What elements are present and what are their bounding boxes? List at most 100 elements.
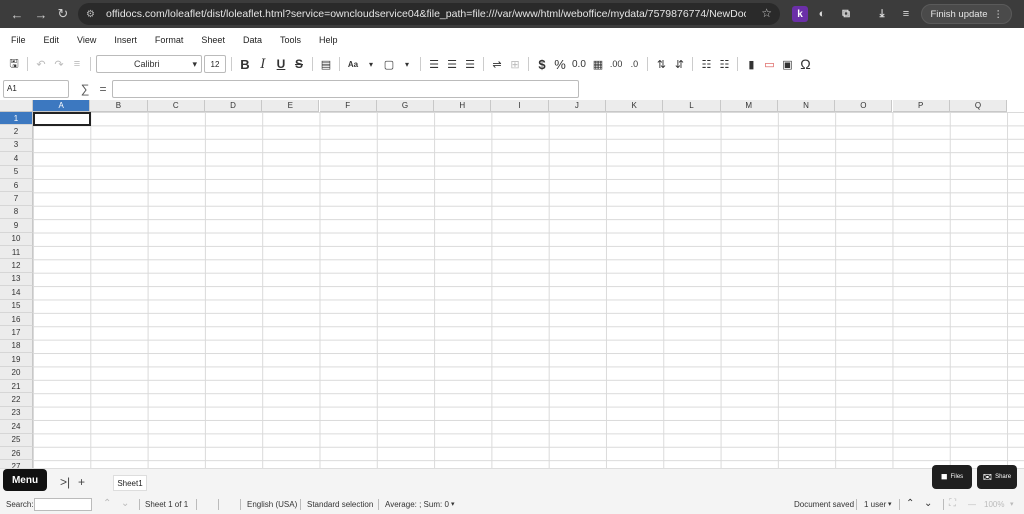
row-header-21[interactable]: 21 [0,380,33,394]
column-header-q[interactable]: Q [949,100,1008,112]
insert-comment-icon[interactable]: ▭ [761,55,777,73]
scroll-up-icon[interactable]: ⌃ [906,498,914,509]
percent-button[interactable]: % [552,55,568,73]
row-header-14[interactable]: 14 [0,286,33,300]
align-center-icon[interactable]: ☰ [444,55,460,73]
users-status[interactable]: 1 user [864,500,886,509]
column-header-c[interactable]: C [147,100,205,112]
menu-format[interactable]: Format [146,35,193,45]
finish-update-button[interactable]: Finish update ⋮ [921,4,1012,24]
extensions-puzzle-icon[interactable]: ⧉ [838,6,854,22]
media-icon[interactable]: ≡ [898,6,914,22]
menu-file[interactable]: File [0,35,35,45]
column-header-m[interactable]: M [720,100,778,112]
row-header-16[interactable]: 16 [0,313,33,327]
back-icon[interactable]: ← [6,3,28,25]
zoom-fit-icon[interactable]: ⛶ [949,498,956,509]
menu-insert[interactable]: Insert [105,35,146,45]
function-equals-icon[interactable]: = [97,82,109,96]
redo-icon[interactable]: ↷ [51,55,67,73]
extension-shield-icon[interactable]: ◐ [814,6,830,22]
align-right-icon[interactable]: ☰ [462,55,478,73]
undo-icon[interactable]: ↶ [33,55,49,73]
column-header-p[interactable]: P [892,100,950,112]
formula-input[interactable] [112,80,579,98]
row-header-20[interactable]: 20 [0,366,33,380]
column-header-a[interactable]: A [33,100,91,112]
insert-image-icon[interactable]: ▣ [779,55,795,73]
row-header-25[interactable]: 25 [0,433,33,447]
menu-data[interactable]: Data [234,35,271,45]
menu-view[interactable]: View [68,35,105,45]
insert-rows-icon[interactable]: ☷ [698,55,714,73]
menu-button[interactable]: Menu [3,469,47,491]
row-header-1[interactable]: 1 [0,112,33,126]
row-header-13[interactable]: 13 [0,272,33,287]
sum-icon[interactable]: ∑ [77,82,93,96]
column-header-j[interactable]: J [548,100,606,112]
add-sheet-button[interactable]: + [78,475,85,489]
currency-button[interactable]: $ [534,55,550,73]
scroll-down-icon[interactable]: ⌄ [924,498,932,509]
row-header-10[interactable]: 10 [0,232,33,246]
add-decimal-button[interactable]: .00 [608,55,625,73]
row-header-17[interactable]: 17 [0,326,33,340]
column-header-g[interactable]: G [376,100,435,112]
bold-button[interactable]: B [237,55,253,73]
name-box[interactable]: A1 [3,80,69,98]
column-header-i[interactable]: I [491,100,549,112]
paste-format-icon[interactable]: ▤ [318,55,334,73]
date-icon[interactable]: ▦ [590,55,606,73]
files-button[interactable]: ■ Files [932,465,972,489]
search-next-icon[interactable]: ⌄ [121,498,129,509]
column-header-f[interactable]: F [319,100,377,112]
row-header-27[interactable]: 27 [0,460,33,468]
chevron-down-icon[interactable]: ▾ [399,55,415,73]
font-name-select[interactable]: Calibri ▾ [96,55,202,73]
save-icon[interactable]: 🖫 [6,55,22,73]
row-header-8[interactable]: 8 [0,205,33,220]
remove-decimal-button[interactable]: .0 [626,55,642,73]
row-header-15[interactable]: 15 [0,299,33,313]
search-prev-icon[interactable]: ⌃ [103,498,111,509]
column-header-o[interactable]: O [835,100,893,112]
row-header-22[interactable]: 22 [0,393,33,407]
search-input[interactable] [34,498,92,511]
last-sheet-nav-icon[interactable]: >| [60,475,70,489]
row-header-18[interactable]: 18 [0,339,33,354]
cell-area[interactable] [33,112,1024,468]
merge-cells-icon[interactable]: ⊞ [507,55,523,73]
address-bar[interactable]: ⚙ offidocs.com/loleaflet/dist/loleaflet.… [78,3,780,25]
clone-formatting-icon[interactable]: ≡ [69,55,85,73]
column-header-l[interactable]: L [663,100,721,112]
row-header-11[interactable]: 11 [0,246,33,260]
download-icon[interactable]: ⤓ [874,6,890,22]
chevron-down-icon[interactable]: ▾ [1010,500,1014,508]
row-header-19[interactable]: 19 [0,353,33,367]
sort-descending-icon[interactable]: ⇵ [671,55,687,73]
wrap-text-icon[interactable]: ⇌ [489,55,505,73]
column-header-e[interactable]: E [262,100,320,112]
share-button[interactable]: ✉ Share [977,465,1017,489]
align-left-icon[interactable]: ☰ [426,55,442,73]
select-all-corner[interactable] [0,100,33,112]
font-size-select[interactable]: 12 [204,55,226,73]
language-status[interactable]: English (USA) [247,500,297,509]
menu-tools[interactable]: Tools [271,35,310,45]
reload-icon[interactable]: ↻ [52,3,74,25]
borders-icon[interactable]: ▢ [381,55,397,73]
forward-icon[interactable]: → [30,3,52,25]
extension-k-icon[interactable]: k [792,6,808,22]
number-format-button[interactable]: 0.0 [570,55,588,73]
active-cell[interactable] [33,112,91,126]
bookmark-star-icon[interactable]: ☆ [761,6,772,20]
chevron-down-icon[interactable]: ▾ [888,500,892,508]
row-header-3[interactable]: 3 [0,138,33,153]
column-header-d[interactable]: D [204,100,263,112]
sort-ascending-icon[interactable]: ⇅ [653,55,669,73]
insert-chart-icon[interactable]: ▮ [743,55,759,73]
zoom-out-icon[interactable]: — [968,500,976,509]
column-header-k[interactable]: K [606,100,664,112]
row-header-6[interactable]: 6 [0,179,33,193]
row-header-12[interactable]: 12 [0,259,33,273]
